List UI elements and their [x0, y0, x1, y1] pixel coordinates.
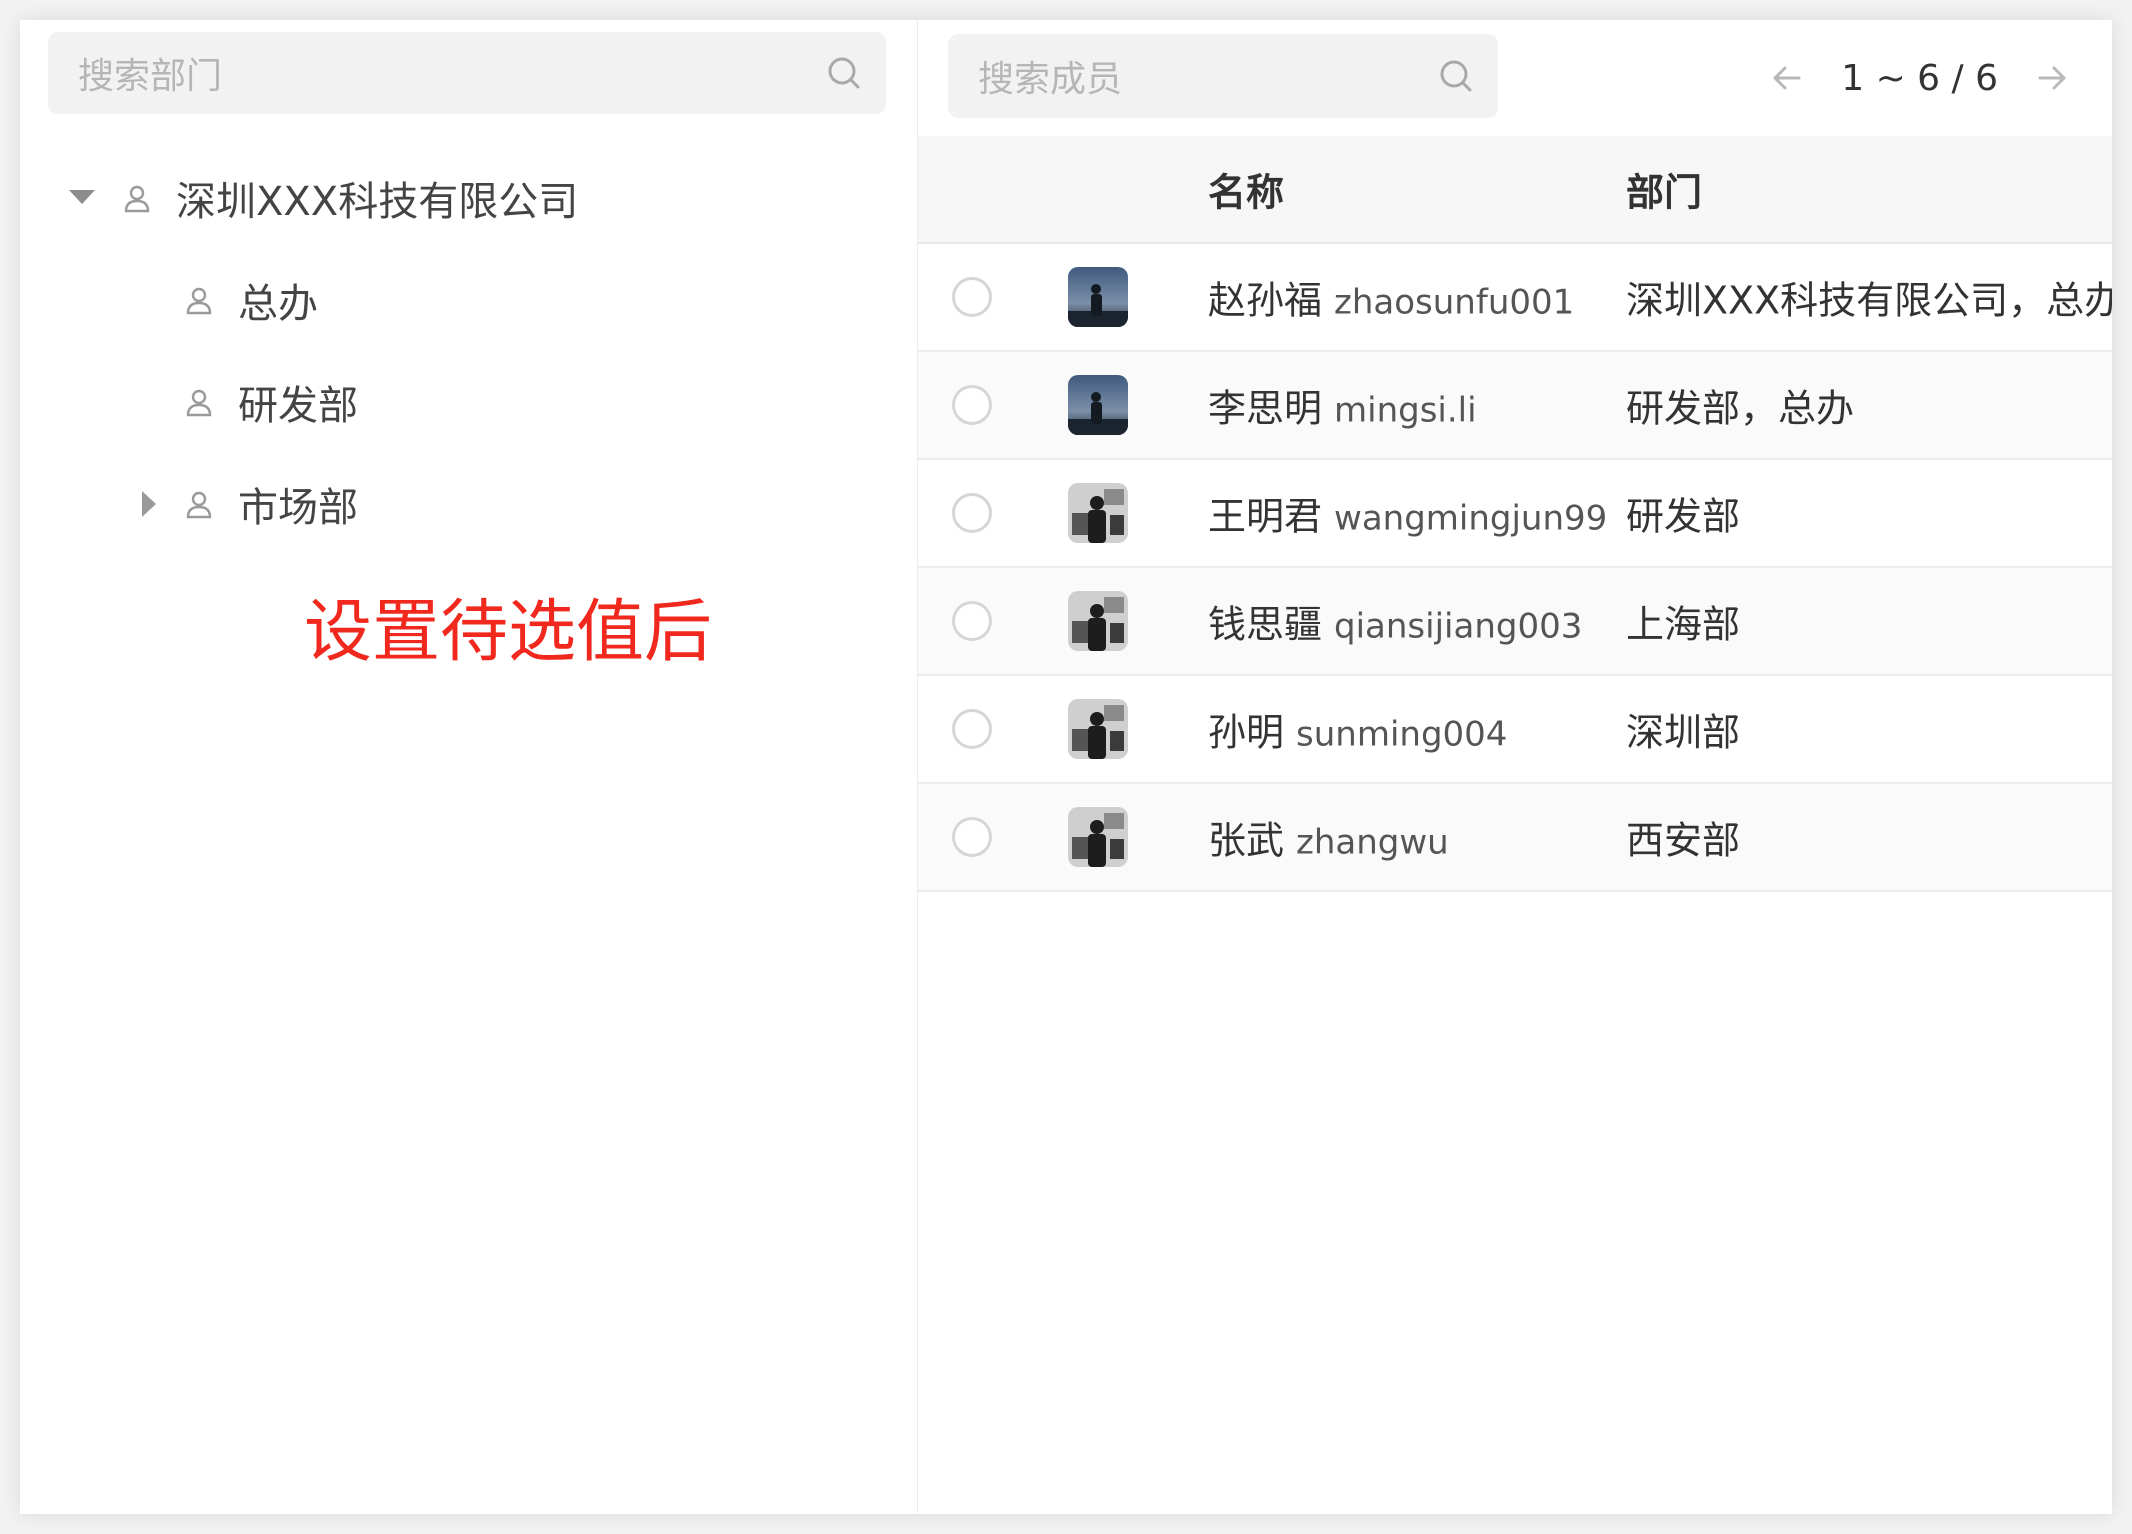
member-department: 深圳XXX科技有限公司，总办	[1626, 278, 2112, 323]
user-icon	[124, 185, 150, 213]
member-name: 钱思疆 qiansijiang003	[1208, 602, 1583, 647]
member-username: zhangwu	[1296, 822, 1449, 863]
member-search-input[interactable]: 搜索成员	[948, 34, 1498, 118]
row-select-radio[interactable]	[952, 385, 992, 425]
table-header: 名称 部门	[918, 136, 2112, 244]
user-icon	[186, 491, 212, 519]
arrow-left-icon[interactable]	[1767, 58, 1807, 98]
member-name: 王明君 wangmingjun99	[1208, 494, 1608, 539]
member-name: 孙明 sunming004	[1208, 710, 1508, 755]
tree-node-label: 研发部	[238, 383, 358, 429]
table-row[interactable]: 王明君 wangmingjun99 研发部	[918, 460, 2112, 568]
department-search-placeholder: 搜索部门	[78, 56, 223, 97]
member-name: 李思明 mingsi.li	[1208, 386, 1477, 431]
avatar	[1068, 591, 1128, 651]
column-header-department: 部门	[1626, 170, 1703, 215]
member-username: wangmingjun99	[1334, 498, 1608, 539]
table-row[interactable]: 李思明 mingsi.li 研发部，总办	[918, 352, 2112, 460]
table-row[interactable]: 张武 zhangwu 西安部	[918, 784, 2112, 892]
row-select-radio[interactable]	[952, 817, 992, 857]
member-name: 张武 zhangwu	[1208, 818, 1449, 863]
member-department: 西安部	[1626, 818, 1741, 863]
member-username: qiansijiang003	[1334, 606, 1583, 647]
table-row[interactable]: 钱思疆 qiansijiang003 上海部	[918, 568, 2112, 676]
member-department: 上海部	[1626, 602, 1741, 647]
avatar	[1068, 699, 1128, 759]
column-header-name: 名称	[1208, 170, 1285, 215]
member-search-placeholder: 搜索成员	[978, 59, 1123, 100]
tree-node-label: 市场部	[238, 485, 358, 531]
member-username: zhaosunfu001	[1334, 282, 1575, 323]
department-panel: 搜索部门 深圳XXX科技有限公司 总办 研发部 市场部 设置待选值后	[20, 20, 918, 1514]
row-select-radio[interactable]	[952, 601, 992, 641]
user-icon	[186, 389, 212, 417]
tree-node-marketing[interactable]: 市场部	[130, 474, 358, 534]
tree-node-label: 总办	[238, 281, 318, 327]
member-department: 研发部	[1626, 494, 1741, 539]
avatar	[1068, 807, 1128, 867]
member-panel: 搜索成员 1 ~ 6 / 6 名称 部门 赵孙福 zhaosunfu001 深圳…	[918, 20, 2112, 1514]
tree-node-label: 深圳XXX科技有限公司	[176, 179, 579, 225]
member-name: 赵孙福 zhaosunfu001	[1208, 278, 1575, 323]
table-row[interactable]: 赵孙福 zhaosunfu001 深圳XXX科技有限公司，总办	[918, 244, 2112, 352]
member-username: sunming004	[1296, 714, 1508, 755]
pagination-info: 1 ~ 6 / 6	[1841, 57, 1998, 99]
member-department: 深圳部	[1626, 710, 1741, 755]
search-icon[interactable]	[826, 55, 862, 91]
arrow-right-icon[interactable]	[2032, 58, 2072, 98]
tree-node-company[interactable]: 深圳XXX科技有限公司	[62, 168, 578, 228]
member-department: 研发部，总办	[1626, 386, 1855, 431]
avatar	[1068, 483, 1128, 543]
pagination: 1 ~ 6 / 6	[1767, 48, 2072, 108]
caret-right-icon[interactable]	[130, 491, 170, 517]
table-row[interactable]: 孙明 sunming004 深圳部	[918, 676, 2112, 784]
annotation-note: 设置待选值后	[304, 593, 713, 672]
tree-node-general-office[interactable]: 总办	[184, 270, 318, 330]
member-username: mingsi.li	[1334, 390, 1477, 431]
tree-node-rnd[interactable]: 研发部	[184, 372, 358, 432]
search-icon[interactable]	[1438, 58, 1474, 94]
avatar	[1068, 267, 1128, 327]
avatar	[1068, 375, 1128, 435]
user-icon	[186, 287, 212, 315]
row-select-radio[interactable]	[952, 709, 992, 749]
department-search-input[interactable]: 搜索部门	[48, 32, 886, 114]
row-select-radio[interactable]	[952, 493, 992, 533]
row-select-radio[interactable]	[952, 277, 992, 317]
caret-down-icon[interactable]	[62, 190, 102, 206]
member-selector-panel: 搜索部门 深圳XXX科技有限公司 总办 研发部 市场部 设置待选值后 搜索成员 …	[20, 20, 2112, 1514]
